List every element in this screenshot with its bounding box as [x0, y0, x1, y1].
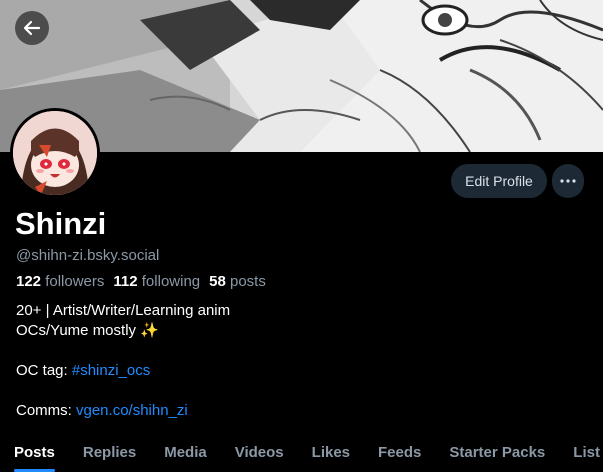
- avatar-image: [13, 111, 97, 195]
- tab-media[interactable]: Media: [150, 437, 221, 472]
- avatar[interactable]: [10, 108, 100, 198]
- followers-stat[interactable]: 122 followers: [16, 273, 104, 290]
- comms-prefix: Comms:: [16, 402, 76, 419]
- posts-label: posts: [230, 273, 266, 290]
- bio-oc-tag-line: OC tag: #shinzi_ocs: [16, 361, 230, 381]
- bio-line-1: 20+ | Artist/Writer/Learning anim: [16, 302, 231, 319]
- ellipsis-icon: [560, 179, 576, 183]
- oc-tag-prefix: OC tag:: [16, 362, 72, 379]
- profile-stats: 122 followers 112 following 58 posts: [16, 273, 275, 290]
- tab-replies[interactable]: Replies: [69, 437, 150, 472]
- tab-likes[interactable]: Likes: [298, 437, 364, 472]
- display-name: Shinzi: [15, 206, 107, 241]
- followers-count: 122: [16, 273, 42, 290]
- following-stat[interactable]: 112 following: [113, 273, 200, 290]
- tab-posts[interactable]: Posts: [0, 437, 69, 472]
- bio-line-2: OCs/Yume mostly ✨: [16, 322, 159, 339]
- tab-feeds[interactable]: Feeds: [364, 437, 435, 472]
- followers-label: followers: [45, 273, 105, 290]
- tab-starter-packs[interactable]: Starter Packs: [435, 437, 559, 472]
- tab-lists[interactable]: List: [559, 437, 603, 472]
- oc-tag-link[interactable]: #shinzi_ocs: [72, 362, 150, 379]
- back-button[interactable]: [15, 11, 49, 45]
- profile-tabs: Posts Replies Media Videos Likes Feeds S…: [0, 437, 603, 472]
- following-count: 112: [113, 273, 138, 290]
- edit-profile-button[interactable]: Edit Profile: [451, 164, 547, 198]
- posts-stat: 58 posts: [209, 273, 266, 290]
- following-label: following: [141, 273, 201, 290]
- comms-link[interactable]: vgen.co/shihn_zi: [76, 402, 188, 419]
- posts-count: 58: [209, 273, 226, 290]
- profile-handle: @shihn-zi.bsky.social: [16, 247, 160, 264]
- more-options-button[interactable]: [552, 164, 584, 198]
- arrow-left-icon: [23, 20, 41, 36]
- profile-bio: 20+ | Artist/Writer/Learning anim OCs/Yu…: [16, 301, 230, 421]
- tab-videos[interactable]: Videos: [221, 437, 298, 472]
- edit-profile-label: Edit Profile: [465, 173, 533, 189]
- bio-comms-line: Comms: vgen.co/shihn_zi: [16, 401, 230, 421]
